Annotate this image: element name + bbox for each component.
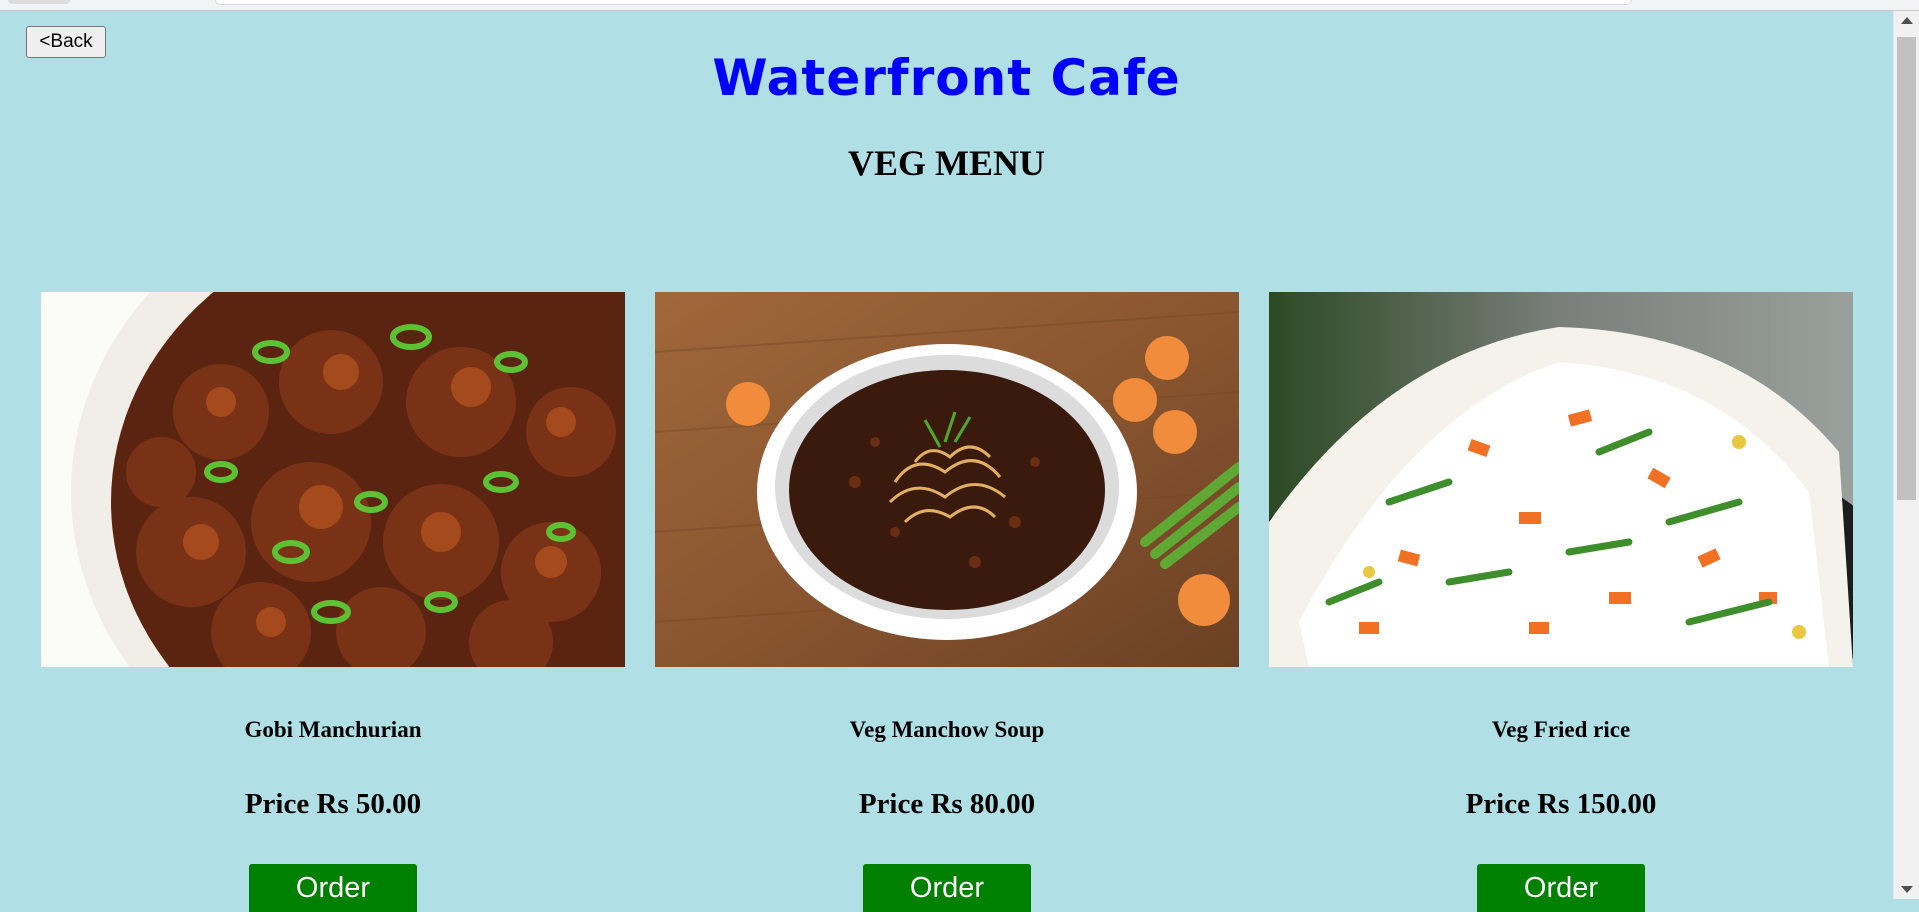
- gobi-manchurian-photo: [41, 292, 625, 667]
- vertical-scrollbar[interactable]: [1893, 11, 1919, 899]
- item-name: Veg Fried rice: [1491, 717, 1631, 742]
- item-price: Price Rs 80.00: [858, 788, 1036, 820]
- item-price: Price Rs 150.00: [1465, 788, 1657, 820]
- scroll-up-arrow-icon[interactable]: [1901, 17, 1913, 24]
- scrollbar-thumb[interactable]: [1897, 37, 1916, 500]
- menu-item-card: Veg Fried rice Price Rs 150.00 Order: [1269, 292, 1853, 912]
- menu-item-card: Veg Manchow Soup Price Rs 80.00 Order: [655, 292, 1239, 912]
- item-name: Gobi Manchurian: [244, 717, 422, 742]
- browser-tab[interactable]: [8, 0, 70, 4]
- site-title: Waterfront Cafe: [712, 49, 1181, 107]
- scroll-down-arrow-icon[interactable]: [1901, 886, 1913, 893]
- menu-item-card: Gobi Manchurian Price Rs 50.00 Order: [41, 292, 625, 912]
- item-name: Veg Manchow Soup: [849, 717, 1045, 742]
- menu-title: VEG MENU: [848, 143, 1045, 183]
- item-price: Price Rs 50.00: [244, 788, 422, 820]
- order-button[interactable]: Order: [863, 864, 1031, 912]
- order-button[interactable]: Order: [1477, 864, 1645, 912]
- menu-page: <Back Waterfront Cafe VEG MENU Gobi Manc…: [0, 11, 1893, 912]
- veg-fried-rice-photo: [1269, 292, 1853, 667]
- browser-top-bar: [0, 0, 1919, 11]
- veg-manchow-soup-photo: [655, 292, 1239, 667]
- order-button[interactable]: Order: [249, 864, 417, 912]
- address-bar[interactable]: [215, 0, 1632, 5]
